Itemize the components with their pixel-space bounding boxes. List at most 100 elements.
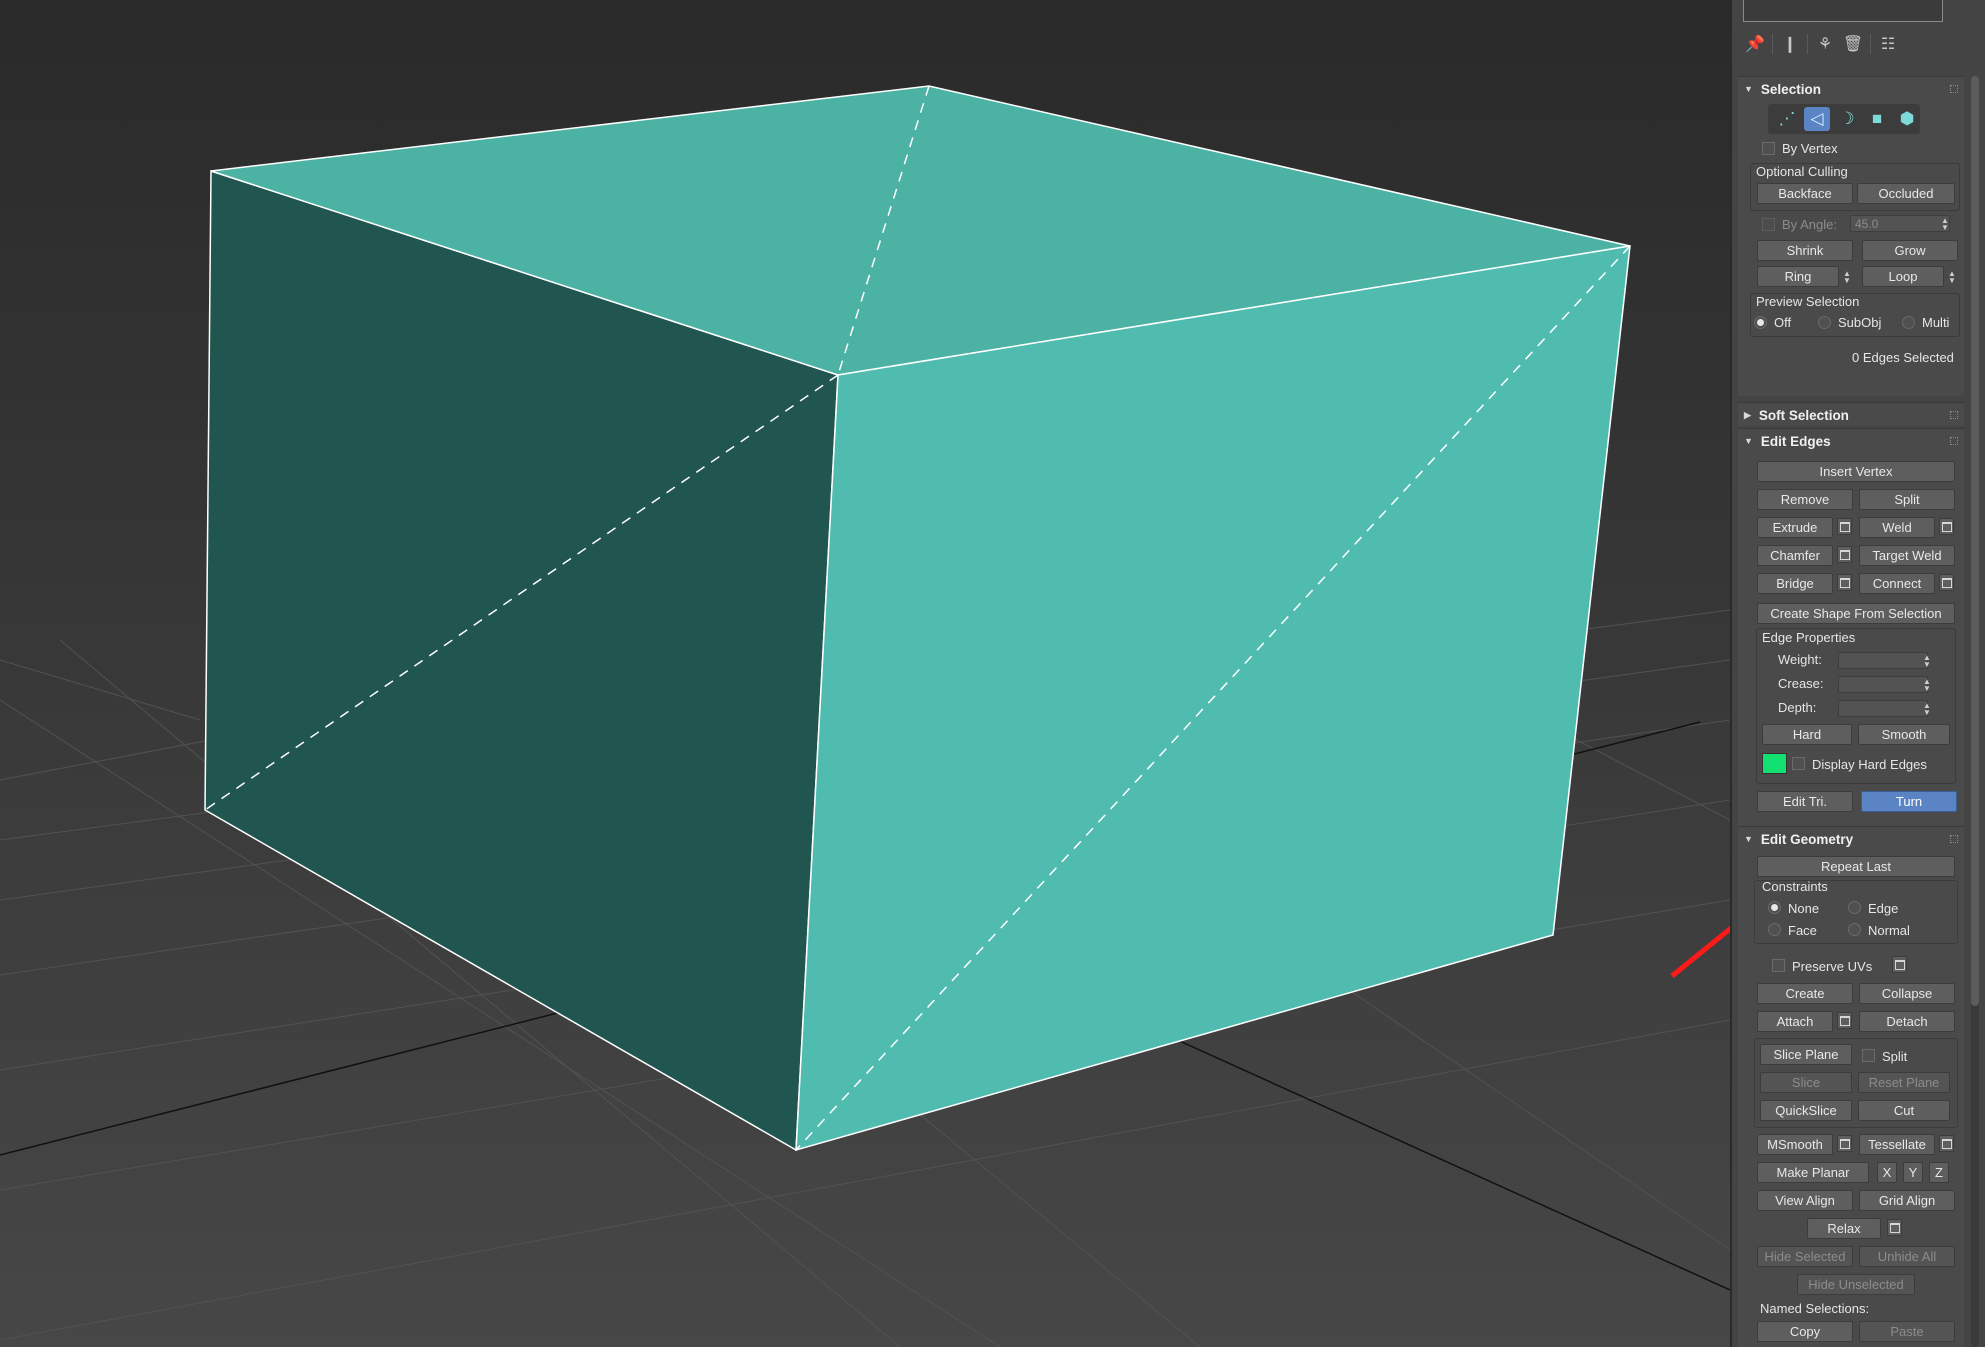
split-checkbox[interactable] [1862, 1049, 1875, 1062]
soft-selection-header[interactable]: ▶ Soft Selection [1738, 403, 1964, 427]
preserve-uvs-settings-icon[interactable] [1892, 956, 1907, 973]
vertex-icon[interactable]: ⋰ [1774, 107, 1800, 131]
preview-off-label: Off [1774, 315, 1792, 330]
delete-icon[interactable]: 🗑 [1842, 33, 1864, 55]
element-icon[interactable]: ⬢ [1894, 107, 1920, 131]
edit-geometry-header[interactable]: ▼ Edit Geometry [1738, 827, 1964, 851]
by-vertex-checkbox[interactable] [1762, 142, 1775, 155]
bridge-button[interactable]: Bridge [1757, 573, 1833, 594]
smooth-button[interactable]: Smooth [1858, 724, 1950, 745]
crease-spinner[interactable]: ▲ ▼ [1922, 676, 1932, 693]
connect-button[interactable]: Connect [1859, 573, 1935, 594]
pin-icon[interactable]: 📌 [1744, 33, 1766, 55]
backface-button[interactable]: Backface [1757, 183, 1853, 204]
create-shape-button[interactable]: Create Shape From Selection [1757, 603, 1955, 624]
repeat-last-button[interactable]: Repeat Last [1757, 856, 1955, 877]
occluded-button[interactable]: Occluded [1857, 183, 1955, 204]
reset-plane-button[interactable]: Reset Plane [1858, 1072, 1950, 1093]
named-selections-label: Named Selections: [1760, 1301, 1870, 1316]
constraint-edge-radio[interactable] [1848, 901, 1861, 914]
chamfer-button[interactable]: Chamfer [1757, 545, 1833, 566]
constraint-none-radio[interactable] [1768, 901, 1781, 914]
remove-button[interactable]: Remove [1757, 489, 1853, 510]
hard-edge-color-swatch[interactable] [1762, 753, 1787, 774]
edge-icon[interactable]: ◁ [1804, 107, 1830, 131]
msmooth-button[interactable]: MSmooth [1757, 1134, 1833, 1155]
hide-unselected-button[interactable]: Hide Unselected [1797, 1274, 1915, 1295]
collapse-triangle-icon: ▼ [1744, 834, 1753, 844]
viewport-canvas[interactable] [0, 0, 1730, 1347]
cut-button[interactable]: Cut [1858, 1100, 1950, 1121]
tessellate-settings-icon[interactable] [1939, 1135, 1954, 1152]
relax-button[interactable]: Relax [1807, 1218, 1881, 1239]
insert-vertex-button[interactable]: Insert Vertex [1757, 461, 1955, 482]
grid-align-button[interactable]: Grid Align [1859, 1190, 1955, 1211]
crease-field[interactable] [1838, 676, 1928, 693]
loop-button[interactable]: Loop [1862, 266, 1944, 287]
connect-settings-icon[interactable] [1939, 574, 1954, 591]
weld-button[interactable]: Weld [1859, 517, 1935, 538]
quickslice-button[interactable]: QuickSlice [1760, 1100, 1852, 1121]
slice-button[interactable]: Slice [1760, 1072, 1852, 1093]
make-planar-y-button[interactable]: Y [1903, 1162, 1923, 1183]
tessellate-button[interactable]: Tessellate [1859, 1134, 1935, 1155]
view-align-button[interactable]: View Align [1757, 1190, 1853, 1211]
weight-spinner[interactable]: ▲ ▼ [1922, 652, 1932, 669]
modifier-stack-icon[interactable]: ❙ [1779, 33, 1801, 55]
target-weld-button[interactable]: Target Weld [1859, 545, 1955, 566]
edit-edges-header[interactable]: ▼ Edit Edges [1738, 429, 1964, 453]
ring-button[interactable]: Ring [1757, 266, 1839, 287]
preview-off-radio[interactable] [1754, 316, 1767, 329]
collapse-button[interactable]: Collapse [1859, 983, 1955, 1004]
make-planar-button[interactable]: Make Planar [1757, 1162, 1869, 1183]
collapse-triangle-icon: ▼ [1744, 84, 1753, 94]
by-angle-checkbox[interactable] [1762, 218, 1775, 231]
make-planar-z-button[interactable]: Z [1929, 1162, 1949, 1183]
panel-scrollbar-thumb[interactable] [1971, 76, 1979, 1006]
preview-subobj-radio[interactable] [1818, 316, 1831, 329]
configure-icon[interactable]: ☷ [1877, 33, 1899, 55]
depth-field[interactable] [1838, 700, 1928, 717]
grow-button[interactable]: Grow [1862, 240, 1958, 261]
make-unique-icon[interactable]: ⚘ [1814, 33, 1836, 55]
constraint-normal-radio[interactable] [1848, 923, 1861, 936]
by-angle-spinner[interactable]: ▲ ▼ [1940, 215, 1950, 232]
copy-button[interactable]: Copy [1757, 1321, 1853, 1342]
extrude-settings-icon[interactable] [1837, 518, 1852, 535]
make-planar-x-button[interactable]: X [1877, 1162, 1897, 1183]
attach-settings-icon[interactable] [1837, 1012, 1852, 1029]
detach-button[interactable]: Detach [1859, 1011, 1955, 1032]
slice-plane-button[interactable]: Slice Plane [1760, 1044, 1852, 1065]
create-button[interactable]: Create [1757, 983, 1853, 1004]
hard-button[interactable]: Hard [1762, 724, 1852, 745]
turn-button[interactable]: Turn [1861, 791, 1957, 812]
border-icon[interactable]: ☽ [1834, 107, 1860, 131]
relax-settings-icon[interactable] [1887, 1219, 1902, 1236]
extrude-button[interactable]: Extrude [1757, 517, 1833, 538]
depth-spinner[interactable]: ▲ ▼ [1922, 700, 1932, 717]
paste-button[interactable]: Paste [1859, 1321, 1955, 1342]
attach-button[interactable]: Attach [1757, 1011, 1833, 1032]
by-angle-field[interactable]: 45.0 [1850, 215, 1950, 232]
split-button[interactable]: Split [1859, 489, 1955, 510]
preview-multi-radio[interactable] [1902, 316, 1915, 329]
unhide-all-button[interactable]: Unhide All [1859, 1246, 1955, 1267]
msmooth-settings-icon[interactable] [1837, 1135, 1852, 1152]
shrink-button[interactable]: Shrink [1757, 240, 1853, 261]
perspective-viewport[interactable] [0, 0, 1730, 1347]
modifier-list-box[interactable] [1743, 0, 1943, 22]
display-hard-edges-checkbox[interactable] [1792, 757, 1805, 770]
weight-field[interactable] [1838, 652, 1928, 669]
preserve-uvs-checkbox[interactable] [1772, 959, 1785, 972]
selection-header[interactable]: ▼ Selection [1738, 77, 1964, 101]
bridge-settings-icon[interactable] [1837, 574, 1852, 591]
chamfer-settings-icon[interactable] [1837, 546, 1852, 563]
ring-spinner[interactable]: ▲ ▼ [1842, 268, 1852, 285]
preview-selection-label: Preview Selection [1756, 294, 1860, 309]
edit-tri-button[interactable]: Edit Tri. [1757, 791, 1853, 812]
constraint-face-radio[interactable] [1768, 923, 1781, 936]
polygon-icon[interactable]: ■ [1864, 107, 1890, 131]
hide-selected-button[interactable]: Hide Selected [1757, 1246, 1853, 1267]
weld-settings-icon[interactable] [1939, 518, 1954, 535]
loop-spinner[interactable]: ▲ ▼ [1947, 268, 1957, 285]
